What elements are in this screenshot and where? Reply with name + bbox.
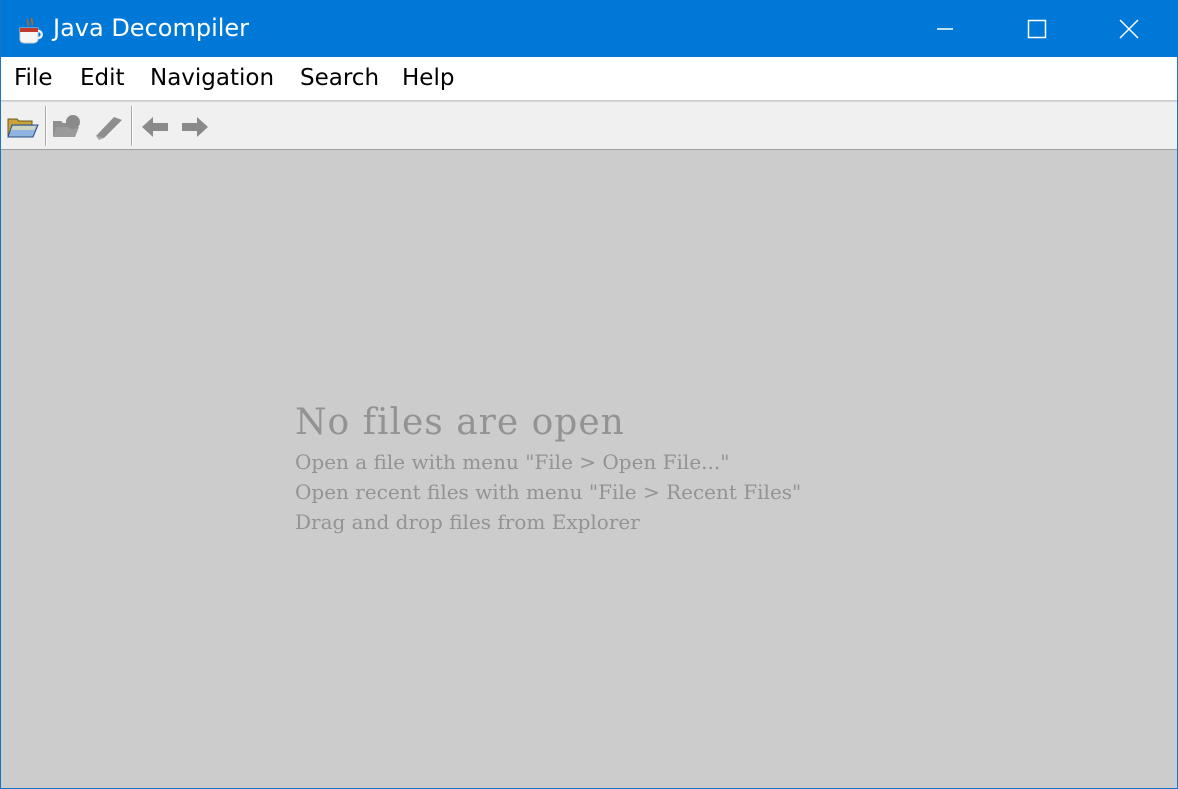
menu-navigation[interactable]: Navigation	[150, 65, 274, 91]
maximize-button[interactable]	[991, 0, 1083, 57]
toolbar	[1, 101, 1177, 151]
back-arrow-icon	[142, 117, 168, 137]
menu-bar: File Edit Navigation Search Help	[1, 57, 1177, 100]
toolbar-separator	[45, 106, 47, 146]
menu-file[interactable]: File	[14, 65, 53, 91]
window-title: Java Decompiler	[53, 14, 250, 42]
open-folder-icon	[7, 118, 39, 138]
open-file-button[interactable]	[6, 112, 40, 142]
search-button[interactable]	[92, 112, 126, 142]
title-bar[interactable]: Java Decompiler	[1, 0, 1178, 57]
close-button[interactable]	[1083, 0, 1175, 57]
maximize-icon	[1027, 19, 1047, 38]
minimize-icon	[937, 27, 953, 30]
back-button[interactable]	[138, 112, 172, 142]
empty-state-line: Drag and drop files from Explorer	[295, 510, 640, 534]
forward-button[interactable]	[178, 112, 212, 142]
close-icon	[1119, 18, 1139, 39]
coffee-cup-icon	[19, 17, 43, 44]
menu-help[interactable]: Help	[402, 65, 454, 91]
search-disabled-icon	[96, 117, 122, 140]
menu-search[interactable]: Search	[300, 65, 379, 91]
main-content-area[interactable]: No files are open Open a file with menu …	[1, 150, 1177, 788]
minimize-button[interactable]	[899, 0, 991, 57]
empty-state-line: Open a file with menu "File > Open File.…	[295, 450, 730, 474]
app-window: Java Decompiler File Edit Navigation Sea…	[0, 0, 1178, 789]
empty-state-title: No files are open	[295, 402, 625, 443]
toolbar-separator	[131, 106, 133, 146]
save-disabled-icon	[53, 115, 80, 137]
save-button[interactable]	[51, 112, 85, 142]
menu-edit[interactable]: Edit	[80, 65, 125, 91]
forward-arrow-icon	[182, 117, 208, 137]
empty-state-line: Open recent files with menu "File > Rece…	[295, 480, 802, 504]
